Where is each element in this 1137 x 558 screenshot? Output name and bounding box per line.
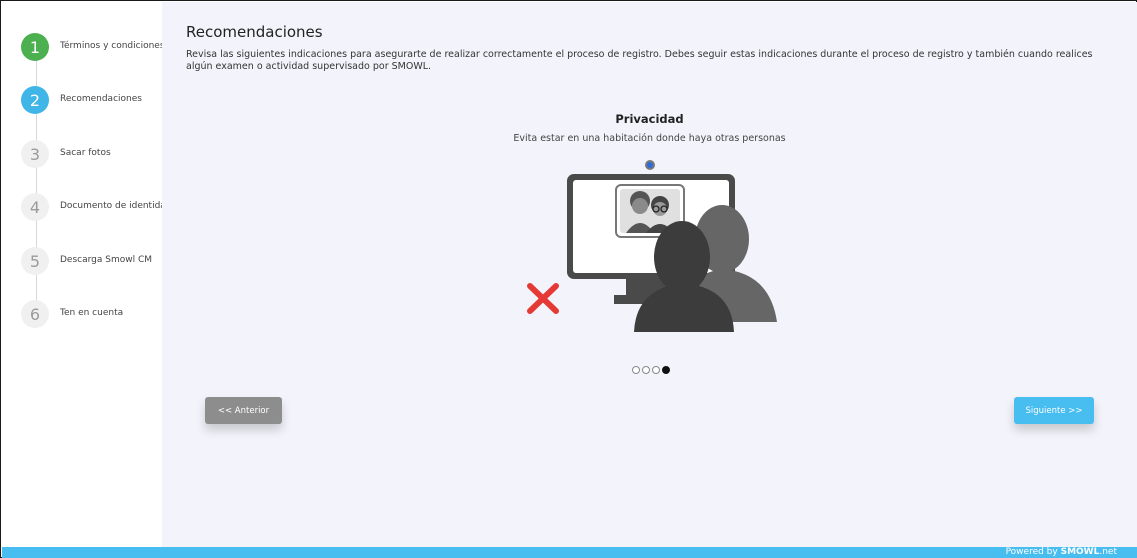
- step-number-badge: 3: [21, 140, 49, 168]
- main-content: Recomendaciones Revisa las siguientes in…: [162, 2, 1137, 547]
- step-label: Documento de identidad: [60, 201, 172, 211]
- powered-by-prefix: Powered by: [1005, 547, 1061, 557]
- step-label: Descarga Smowl CM: [60, 255, 153, 265]
- step-number-badge: 1: [21, 33, 49, 61]
- app-frame: 1 Términos y condiciones 2 Recomendacion…: [0, 0, 1137, 558]
- intro-text: Revisa las siguientes indicaciones para …: [186, 49, 1093, 72]
- brand-name[interactable]: SMOWL: [1061, 547, 1100, 557]
- step-terms[interactable]: 1 Términos y condiciones: [2, 33, 165, 63]
- powered-by-text: Powered by SMOWL.net: [1006, 547, 1117, 558]
- no-other-people-illustration: [527, 160, 777, 332]
- carousel-dot[interactable]: [642, 366, 650, 374]
- step-download-smowl[interactable]: 5 Descarga Smowl CM: [2, 247, 162, 277]
- carousel-indicators: [632, 366, 670, 376]
- footer-bar: Powered by SMOWL.net: [2, 547, 1137, 558]
- step-label: Sacar fotos: [60, 148, 111, 158]
- step-number-badge: 6: [21, 300, 49, 328]
- next-button[interactable]: Siguiente >>: [1014, 397, 1094, 424]
- steps-sidebar: 1 Términos y condiciones 2 Recomendacion…: [2, 2, 172, 547]
- step-recommendations[interactable]: 2 Recomendaciones: [2, 86, 162, 116]
- carousel-dot[interactable]: [652, 366, 660, 374]
- slide-subtitle: Evita estar en una habitación donde haya…: [513, 133, 786, 144]
- carousel-dot-active[interactable]: [662, 366, 670, 374]
- red-cross-icon: [527, 283, 559, 314]
- step-photos[interactable]: 3 Sacar fotos: [2, 140, 162, 170]
- step-id-document[interactable]: 4 Documento de identidad: [2, 193, 172, 223]
- step-label: Ten en cuenta: [60, 308, 124, 318]
- step-label: Términos y condiciones: [60, 41, 165, 51]
- carousel-dot[interactable]: [632, 366, 640, 374]
- step-label: Recomendaciones: [60, 94, 142, 104]
- page-title: Recomendaciones: [186, 23, 323, 41]
- step-number-badge: 4: [21, 193, 49, 221]
- step-number-badge: 2: [21, 86, 49, 114]
- previous-button[interactable]: << Anterior: [205, 397, 282, 424]
- step-keep-in-mind[interactable]: 6 Ten en cuenta: [2, 300, 162, 330]
- slide-title: Privacidad: [615, 112, 684, 126]
- step-number-badge: 5: [21, 247, 49, 275]
- brand-suffix: .net: [1099, 547, 1117, 557]
